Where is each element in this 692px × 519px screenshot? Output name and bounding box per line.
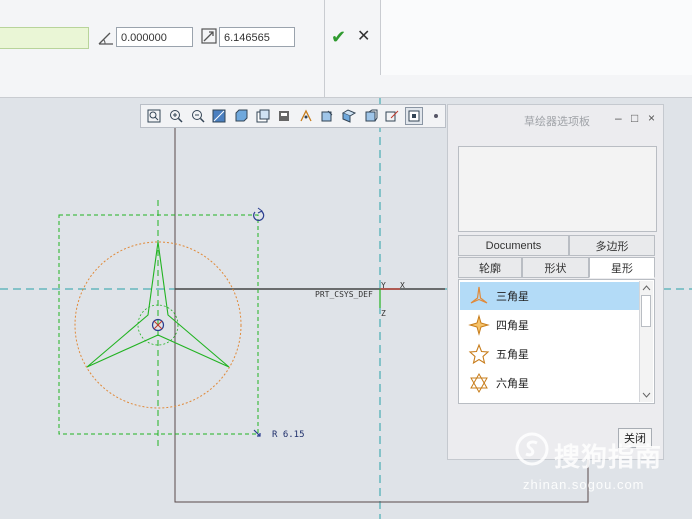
maximize-icon[interactable]: □: [631, 111, 638, 125]
list-item-four-star[interactable]: 四角星: [460, 311, 640, 339]
tab-profile[interactable]: 轮廓: [458, 257, 522, 278]
five-star-icon: [466, 341, 492, 367]
sogou-logo-icon: [515, 432, 549, 466]
appearance-icon[interactable]: [340, 107, 359, 125]
tab-row-2: 轮廓 形状 星形: [458, 257, 655, 278]
sketch-display-icon[interactable]: [383, 107, 402, 125]
dashboard-type-field[interactable]: [0, 27, 89, 49]
minimize-icon[interactable]: –: [615, 111, 622, 125]
more-icon[interactable]: [426, 107, 445, 125]
axis-y-label: Y: [381, 281, 386, 290]
datum-display-icon[interactable]: [296, 107, 315, 125]
close-icon[interactable]: ×: [648, 111, 655, 125]
list-item-six-star[interactable]: 六角星: [460, 369, 640, 397]
angle-icon: [98, 32, 113, 45]
three-star-icon: [466, 283, 492, 309]
axis-z-label: Z: [381, 309, 386, 318]
list-item-label: 三角星: [496, 291, 529, 303]
sketch-orient-icon[interactable]: [404, 107, 424, 125]
palette-title: 草绘器选项板: [524, 116, 590, 128]
view-toolbar: [140, 104, 446, 128]
list-scrollbar[interactable]: [639, 281, 653, 402]
scale-icon: [201, 28, 217, 44]
dashboard-right-panel: [380, 0, 692, 75]
zoom-in-icon[interactable]: [167, 107, 186, 125]
dashboard-separator: [324, 0, 325, 97]
tab-documents[interactable]: Documents: [458, 235, 569, 256]
refit-icon[interactable]: [145, 107, 164, 125]
scale-handle-icon: [253, 429, 261, 437]
annotation-display-icon[interactable]: [318, 107, 337, 125]
star-shape-list: 三角星 四角星 五角星 六角星: [458, 279, 655, 404]
dashboard: 0.000000 6.146565 ✔ ✕: [0, 0, 692, 98]
list-item-five-star[interactable]: 五角星: [460, 340, 640, 368]
tab-shape[interactable]: 形状: [522, 257, 589, 278]
list-item-label: 五角星: [496, 349, 529, 361]
list-item-label: 六角星: [496, 378, 529, 390]
palette-title-bar: 草绘器选项板 – □ ×: [448, 105, 663, 133]
axis-x-label: X: [400, 281, 405, 290]
tab-row-1: Documents 多边形: [458, 235, 655, 256]
shape-preview: [458, 146, 657, 232]
tab-polygon[interactable]: 多边形: [569, 235, 655, 256]
csys-label: PRT_CSYS_DEF: [315, 290, 373, 299]
sketcher-palette-dialog: 草绘器选项板 – □ × Documents 多边形 轮廓 形状 星形 三角星 …: [447, 104, 664, 460]
layers-icon[interactable]: [275, 107, 294, 125]
radius-dimension: R 6.15: [272, 430, 305, 440]
confirm-check-icon[interactable]: ✔: [331, 28, 349, 46]
watermark-url: zhinan.sogou.com: [523, 477, 645, 492]
six-star-icon: [466, 370, 492, 396]
tab-star[interactable]: 星形: [589, 257, 655, 278]
display-style-icon[interactable]: [232, 107, 251, 125]
spin-center-icon[interactable]: [361, 107, 380, 125]
saved-views-icon[interactable]: [253, 107, 272, 125]
cancel-x-icon[interactable]: ✕: [357, 29, 371, 45]
scale-input[interactable]: 6.146565: [219, 27, 295, 47]
list-item-three-star[interactable]: 三角星: [460, 282, 640, 310]
angle-input[interactable]: 0.000000: [116, 27, 193, 47]
zoom-out-icon[interactable]: [188, 107, 207, 125]
repaint-icon[interactable]: [210, 107, 229, 125]
four-star-icon: [466, 312, 492, 338]
list-item-label: 四角星: [496, 320, 529, 332]
watermark-chinese: 搜狗指南: [554, 442, 663, 472]
scrollbar-thumb[interactable]: [641, 295, 651, 327]
